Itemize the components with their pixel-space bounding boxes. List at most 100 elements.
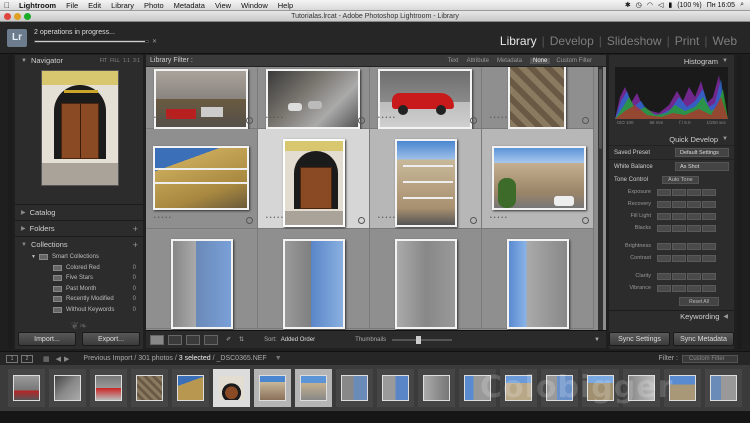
list-item[interactable]: Past Month 0 bbox=[15, 284, 143, 295]
white-balance-dropdown[interactable]: As Shot bbox=[675, 162, 729, 171]
menu-lightroom[interactable]: Lightroom bbox=[14, 1, 61, 10]
histogram[interactable] bbox=[615, 67, 728, 119]
metadata-badge-icon[interactable] bbox=[246, 217, 253, 224]
metadata-badge-icon[interactable] bbox=[358, 117, 365, 124]
spotlight-icon[interactable]: ⌕ bbox=[740, 1, 744, 9]
step-up-large-button[interactable] bbox=[702, 212, 716, 220]
photo-thumbnail[interactable] bbox=[283, 239, 345, 329]
step-up-large-button[interactable] bbox=[702, 224, 716, 232]
collapse-triangle-icon[interactable]: ▼ bbox=[21, 242, 27, 248]
minimize-window-icon[interactable] bbox=[14, 13, 21, 20]
photo-thumbnail[interactable] bbox=[507, 239, 569, 329]
nav-1to1[interactable]: 1:1 bbox=[123, 58, 130, 64]
grid-cell-selected[interactable]: ••••• bbox=[370, 129, 482, 229]
rating-dots[interactable]: ••••• bbox=[154, 215, 173, 221]
rating-dots[interactable]: ••••• bbox=[154, 115, 173, 121]
expand-triangle-icon[interactable]: ▶ bbox=[21, 209, 26, 216]
list-item[interactable]: Without Keywords 0 bbox=[15, 305, 143, 316]
step-down-large-button[interactable] bbox=[657, 212, 671, 220]
keywording-header[interactable]: Keywording ◀ bbox=[609, 310, 734, 322]
filmstrip-thumbnail[interactable] bbox=[49, 369, 86, 407]
wifi-icon[interactable]: ◠ bbox=[647, 1, 653, 9]
grid-cell[interactable]: ••••• bbox=[146, 129, 258, 229]
left-panel-toggle[interactable] bbox=[8, 55, 13, 349]
filter-attribute[interactable]: Attribute bbox=[467, 58, 489, 64]
section-catalog[interactable]: ▶ Catalog bbox=[15, 204, 143, 220]
filmstrip-thumbnail-selected[interactable] bbox=[254, 369, 291, 407]
step-down-button[interactable] bbox=[672, 284, 686, 292]
expand-triangle-icon[interactable]: ◀ bbox=[723, 313, 728, 320]
step-up-button[interactable] bbox=[687, 242, 701, 250]
step-down-button[interactable] bbox=[672, 200, 686, 208]
filmstrip-thumbnail[interactable] bbox=[8, 369, 45, 407]
step-down-button[interactable] bbox=[672, 224, 686, 232]
sort-direction-icon[interactable]: ⇅ bbox=[239, 336, 244, 343]
rating-dots[interactable]: ••••• bbox=[378, 215, 397, 221]
step-up-large-button[interactable] bbox=[702, 272, 716, 280]
filmstrip-filter-dropdown[interactable]: Custom Filter bbox=[682, 354, 738, 363]
grid-cell-selected[interactable]: ••••• bbox=[482, 129, 594, 229]
step-up-button[interactable] bbox=[687, 284, 701, 292]
nav-fit[interactable]: FIT bbox=[100, 58, 108, 64]
bluetooth-icon[interactable]: ✱ bbox=[625, 1, 631, 9]
menu-file[interactable]: File bbox=[61, 1, 83, 10]
filmstrip-thumbnail-selected[interactable] bbox=[295, 369, 332, 407]
collapse-triangle-icon[interactable]: ▼ bbox=[722, 58, 728, 64]
export-button[interactable]: Export... bbox=[82, 332, 140, 346]
step-down-large-button[interactable] bbox=[657, 284, 671, 292]
photo-thumbnail[interactable] bbox=[395, 239, 457, 329]
filename-dropdown-icon[interactable]: ▼ bbox=[275, 355, 282, 362]
zoom-window-icon[interactable] bbox=[24, 13, 31, 20]
step-up-button[interactable] bbox=[687, 212, 701, 220]
step-up-large-button[interactable] bbox=[702, 188, 716, 196]
section-collections[interactable]: ▼ Collections + bbox=[15, 236, 143, 252]
navigator-preview[interactable] bbox=[41, 70, 119, 186]
grid-cell[interactable]: ••••• bbox=[146, 67, 258, 129]
expand-triangle-icon[interactable]: ▶ bbox=[21, 225, 26, 232]
grid-cell[interactable]: ••••• bbox=[258, 67, 370, 129]
filmstrip-thumbnail[interactable] bbox=[418, 369, 455, 407]
step-up-large-button[interactable] bbox=[702, 242, 716, 250]
grid-scroll-thumb[interactable] bbox=[599, 69, 602, 149]
metadata-badge-icon[interactable] bbox=[582, 117, 589, 124]
filter-metadata[interactable]: Metadata bbox=[497, 58, 522, 64]
sync-settings-button[interactable]: Sync Settings bbox=[609, 332, 670, 346]
photo-thumbnail[interactable] bbox=[283, 139, 345, 227]
filmstrip-thumbnail-selected[interactable] bbox=[213, 369, 250, 407]
grid-cell[interactable] bbox=[370, 229, 482, 329]
list-item[interactable]: Five Stars 0 bbox=[15, 273, 143, 284]
photo-thumbnail[interactable] bbox=[395, 139, 457, 227]
clock[interactable]: Пн 16:05 bbox=[707, 2, 735, 9]
step-down-button[interactable] bbox=[672, 254, 686, 262]
sync-metadata-button[interactable]: Sync Metadata bbox=[673, 332, 734, 346]
step-down-large-button[interactable] bbox=[657, 224, 671, 232]
painter-icon[interactable]: ✐ bbox=[226, 336, 231, 343]
apple-icon[interactable]:  bbox=[0, 1, 14, 10]
clock-icon[interactable]: ◷ bbox=[636, 1, 642, 9]
step-up-large-button[interactable] bbox=[702, 284, 716, 292]
close-window-icon[interactable] bbox=[4, 13, 11, 20]
thumbnail-size-slider[interactable] bbox=[392, 335, 453, 344]
module-develop[interactable]: Develop bbox=[545, 34, 599, 48]
filmstrip-thumbnail[interactable] bbox=[377, 369, 414, 407]
auto-tone-button[interactable]: Auto Tone bbox=[662, 175, 699, 184]
nav-3to1[interactable]: 3:1 bbox=[133, 58, 140, 64]
metadata-badge-icon[interactable] bbox=[246, 117, 253, 124]
lightroom-logo[interactable]: Lr bbox=[7, 29, 27, 47]
rating-dots[interactable]: ••••• bbox=[490, 115, 509, 121]
metadata-badge-icon[interactable] bbox=[582, 217, 589, 224]
step-up-large-button[interactable] bbox=[702, 254, 716, 262]
grid-cell-selected[interactable]: ••••• bbox=[258, 129, 370, 229]
menu-window[interactable]: Window bbox=[236, 1, 273, 10]
saved-preset-dropdown[interactable]: Default Settings bbox=[675, 148, 729, 157]
grid-icon[interactable]: ▦ bbox=[43, 355, 50, 363]
step-down-large-button[interactable] bbox=[657, 254, 671, 262]
metadata-badge-icon[interactable] bbox=[470, 117, 477, 124]
filmstrip-thumbnail[interactable] bbox=[336, 369, 373, 407]
secondary-monitor-icon[interactable]: 2 bbox=[21, 354, 33, 363]
sort-dropdown[interactable]: Added Order bbox=[281, 337, 315, 343]
step-down-large-button[interactable] bbox=[657, 188, 671, 196]
step-down-button[interactable] bbox=[672, 242, 686, 250]
menu-help[interactable]: Help bbox=[273, 1, 298, 10]
grid-cell[interactable] bbox=[146, 229, 258, 329]
